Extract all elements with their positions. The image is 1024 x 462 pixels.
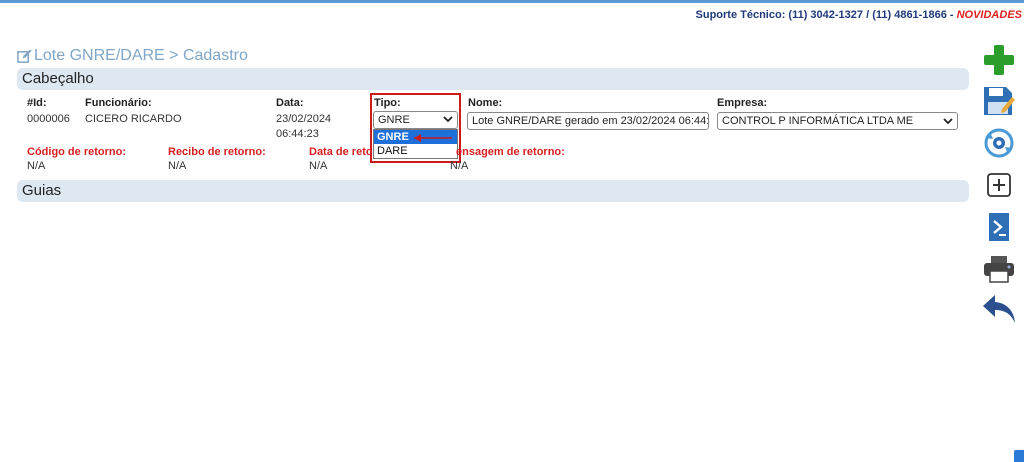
date-label: Data: bbox=[276, 97, 304, 109]
tipo-selected-value: GNRE bbox=[378, 114, 410, 126]
save-icon bbox=[984, 87, 1015, 115]
data-retorno-value: N/A bbox=[309, 160, 328, 172]
script-button[interactable] bbox=[980, 210, 1018, 244]
add-button[interactable] bbox=[980, 44, 1018, 76]
empresa-select[interactable]: CONTROL P INFORMÁTICA LTDA ME bbox=[717, 112, 958, 130]
nome-label: Nome: bbox=[468, 97, 503, 109]
mensagem-retorno-label: ensagem de retorno: bbox=[456, 146, 565, 158]
section-header[interactable]: Cabeçalho bbox=[17, 68, 969, 90]
add-icon bbox=[984, 45, 1014, 75]
id-label: #Id: bbox=[27, 97, 47, 109]
chevron-down-icon bbox=[943, 118, 953, 125]
recibo-retorno-label: Recibo de retorno: bbox=[168, 146, 266, 158]
print-icon bbox=[984, 256, 1014, 283]
save-button[interactable] bbox=[980, 84, 1018, 118]
option-dare[interactable]: DARE bbox=[374, 144, 457, 158]
add-square-icon bbox=[987, 173, 1011, 197]
back-button[interactable] bbox=[980, 292, 1018, 328]
arrow-left-icon bbox=[414, 134, 452, 142]
chevron-down-icon bbox=[443, 116, 453, 123]
codigo-retorno-value: N/A bbox=[27, 160, 46, 172]
support-info: Suporte Técnico: (11) 3042-1327 / (11) 4… bbox=[696, 9, 1022, 21]
print-button[interactable] bbox=[980, 252, 1018, 286]
tipo-select[interactable]: GNRE bbox=[373, 111, 458, 129]
page-title: Lote GNRE/DARE > Cadastro bbox=[17, 47, 248, 65]
id-value: 0000006 bbox=[27, 113, 70, 125]
corner-widget-icon[interactable] bbox=[1014, 450, 1024, 462]
news-link[interactable]: NOVIDADES bbox=[957, 9, 1022, 21]
codigo-retorno-label: Código de retorno: bbox=[27, 146, 126, 158]
empresa-selected-value: CONTROL P INFORMÁTICA LTDA ME bbox=[722, 115, 914, 127]
edit-icon bbox=[17, 48, 32, 63]
add-item-button[interactable] bbox=[980, 170, 1018, 200]
nome-input[interactable]: Lote GNRE/DARE gerado em 23/02/2024 06:4… bbox=[467, 112, 709, 130]
back-icon bbox=[983, 295, 1015, 323]
employee-label: Funcionário: bbox=[85, 97, 152, 109]
date-value-day: 23/02/2024 bbox=[276, 113, 332, 125]
support-text: Suporte Técnico: (11) 3042-1327 / (11) 4… bbox=[695, 9, 957, 21]
employee-value: CICERO RICARDO bbox=[85, 113, 182, 125]
page-title-text: Lote GNRE/DARE > Cadastro bbox=[34, 47, 248, 64]
data-retorno-label: Data de reto bbox=[309, 146, 373, 158]
date-value-time: 06:44:23 bbox=[276, 128, 319, 140]
section-guias[interactable]: Guias bbox=[17, 180, 969, 202]
powershell-icon bbox=[989, 213, 1009, 241]
recibo-retorno-value: N/A bbox=[168, 160, 187, 172]
mensagem-retorno-value: N/A bbox=[450, 160, 469, 172]
sync-settings-button[interactable] bbox=[980, 125, 1018, 161]
empresa-label: Empresa: bbox=[717, 97, 768, 109]
top-accent-bar bbox=[0, 0, 1024, 3]
sync-settings-icon bbox=[984, 128, 1014, 158]
